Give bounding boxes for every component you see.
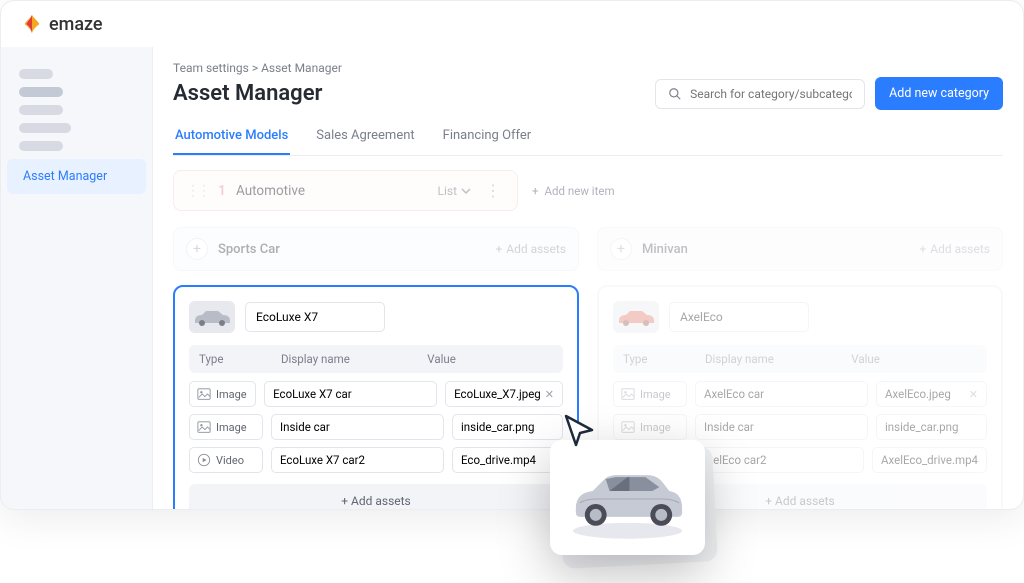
subcat-title: Minivan — [642, 242, 909, 257]
asset-head — [613, 301, 987, 333]
logo-icon — [21, 13, 43, 35]
plus-icon: + — [765, 494, 772, 508]
add-category-button[interactable]: Add new category — [875, 77, 1003, 110]
add-assets-button[interactable]: + Add assets — [189, 484, 563, 509]
car-icon — [614, 305, 658, 329]
subcat-header: + Sports Car +Add assets — [173, 227, 579, 271]
page-title: Asset Manager — [173, 81, 322, 106]
cursor-icon — [562, 412, 598, 448]
view-toggle[interactable]: List — [438, 184, 472, 198]
image-icon — [197, 420, 211, 434]
sidebar-skeleton — [19, 105, 63, 115]
col-display-name: Display name — [705, 352, 843, 366]
plus-icon: + — [919, 242, 926, 256]
asset-thumbnail[interactable] — [613, 301, 659, 333]
body: Asset Manager Team settings > Asset Mana… — [1, 47, 1023, 509]
tab-financing-offer[interactable]: Financing Offer — [441, 120, 534, 155]
car-icon — [190, 305, 234, 329]
car-image-icon — [558, 453, 697, 543]
plus-icon: + — [532, 184, 539, 198]
image-icon — [621, 420, 635, 434]
logo-text: emaze — [49, 14, 103, 35]
tabs: Automotive Models Sales Agreement Financ… — [173, 120, 1003, 156]
table-header: Type Display name Value — [613, 345, 987, 373]
col-value: Value — [851, 352, 977, 366]
tab-sales-agreement[interactable]: Sales Agreement — [314, 120, 416, 155]
floating-image-card[interactable] — [550, 440, 705, 555]
table-row: Image AxelEco.jpeg✕ — [613, 381, 987, 407]
search-icon — [668, 87, 682, 101]
asset-name-input[interactable] — [245, 302, 385, 332]
add-assets-link[interactable]: +Add assets — [495, 242, 566, 256]
plus-icon: + — [495, 242, 502, 256]
add-new-item-button[interactable]: +Add new item — [532, 184, 615, 198]
logo[interactable]: emaze — [21, 13, 103, 35]
display-name-input[interactable] — [271, 447, 444, 473]
header: Asset Manager Add new category — [173, 77, 1003, 110]
drag-handle-icon[interactable]: ⋮⋮ — [186, 183, 208, 199]
display-name-input[interactable] — [695, 381, 868, 407]
asset-name-input[interactable] — [669, 302, 809, 332]
table-row: Video Eco_drive.mp4 — [189, 447, 563, 473]
type-selector[interactable]: Image — [189, 381, 256, 407]
col-display-name: Display name — [281, 352, 419, 366]
sidebar-item-asset-manager[interactable]: Asset Manager — [7, 159, 146, 194]
type-selector[interactable]: Image — [613, 414, 687, 440]
col-type: Type — [623, 352, 697, 366]
breadcrumb[interactable]: Team settings > Asset Manager — [173, 61, 1003, 75]
subcat-title: Sports Car — [218, 242, 485, 257]
value-field[interactable]: inside_car.png — [876, 414, 987, 440]
col-type: Type — [199, 352, 273, 366]
display-name-input[interactable] — [695, 414, 868, 440]
search-input[interactable] — [690, 87, 852, 101]
value-field[interactable]: Eco_drive.mp4 — [452, 447, 563, 473]
video-icon — [197, 453, 211, 467]
type-selector[interactable]: Image — [189, 414, 263, 440]
logo-bar: emaze — [1, 1, 1023, 47]
sidebar-skeleton — [19, 123, 71, 133]
display-name-input[interactable] — [264, 381, 437, 407]
sidebar: Asset Manager — [1, 47, 153, 509]
image-icon — [197, 387, 211, 401]
sidebar-skeleton — [19, 87, 63, 97]
value-field[interactable]: AxelEco_drive.mp4 — [872, 447, 987, 473]
subcat-sports-car: + Sports Car +Add assets Type — [173, 227, 579, 509]
app-window: emaze Asset Manager Team settings > Asse… — [0, 0, 1024, 510]
col-value: Value — [427, 352, 553, 366]
sidebar-skeleton — [19, 69, 53, 79]
image-icon — [621, 387, 635, 401]
value-field[interactable]: AxelEco.jpeg✕ — [876, 381, 987, 407]
category-pill[interactable]: ⋮⋮ 1 Automotive List ⋮ — [173, 170, 518, 211]
category-bar: ⋮⋮ 1 Automotive List ⋮ +Add new item — [173, 170, 1003, 211]
display-name-input[interactable] — [691, 447, 864, 473]
asset-card: Type Display name Value Image EcoLuxe_X7… — [173, 285, 579, 509]
asset-head — [189, 301, 563, 333]
asset-thumbnail[interactable] — [189, 301, 235, 333]
value-field[interactable]: inside_car.png — [452, 414, 563, 440]
table-row: Image inside_car.png — [189, 414, 563, 440]
chevron-down-icon — [461, 186, 471, 196]
type-selector[interactable]: Video — [189, 447, 263, 473]
category-number: 1 — [218, 183, 226, 199]
category-name: Automotive — [236, 183, 428, 199]
collapse-button[interactable]: + — [186, 238, 208, 260]
type-selector[interactable]: Image — [613, 381, 687, 407]
search-box[interactable] — [655, 79, 865, 109]
table-row: Image EcoLuxe_X7.jpeg✕ — [189, 381, 563, 407]
add-assets-link[interactable]: +Add assets — [919, 242, 990, 256]
table-header: Type Display name Value — [189, 345, 563, 373]
plus-icon: + — [341, 494, 348, 508]
collapse-button[interactable]: + — [610, 238, 632, 260]
remove-icon[interactable]: ✕ — [545, 388, 554, 401]
display-name-input[interactable] — [271, 414, 444, 440]
remove-icon[interactable]: ✕ — [969, 388, 978, 401]
tab-automotive-models[interactable]: Automotive Models — [173, 120, 290, 155]
header-actions: Add new category — [655, 77, 1003, 110]
kebab-menu-icon[interactable]: ⋮ — [481, 181, 505, 200]
value-field[interactable]: EcoLuxe_X7.jpeg✕ — [445, 381, 563, 407]
subcat-header: + Minivan +Add assets — [597, 227, 1003, 271]
sidebar-skeleton — [19, 141, 63, 151]
table-row: Image inside_car.png — [613, 414, 987, 440]
